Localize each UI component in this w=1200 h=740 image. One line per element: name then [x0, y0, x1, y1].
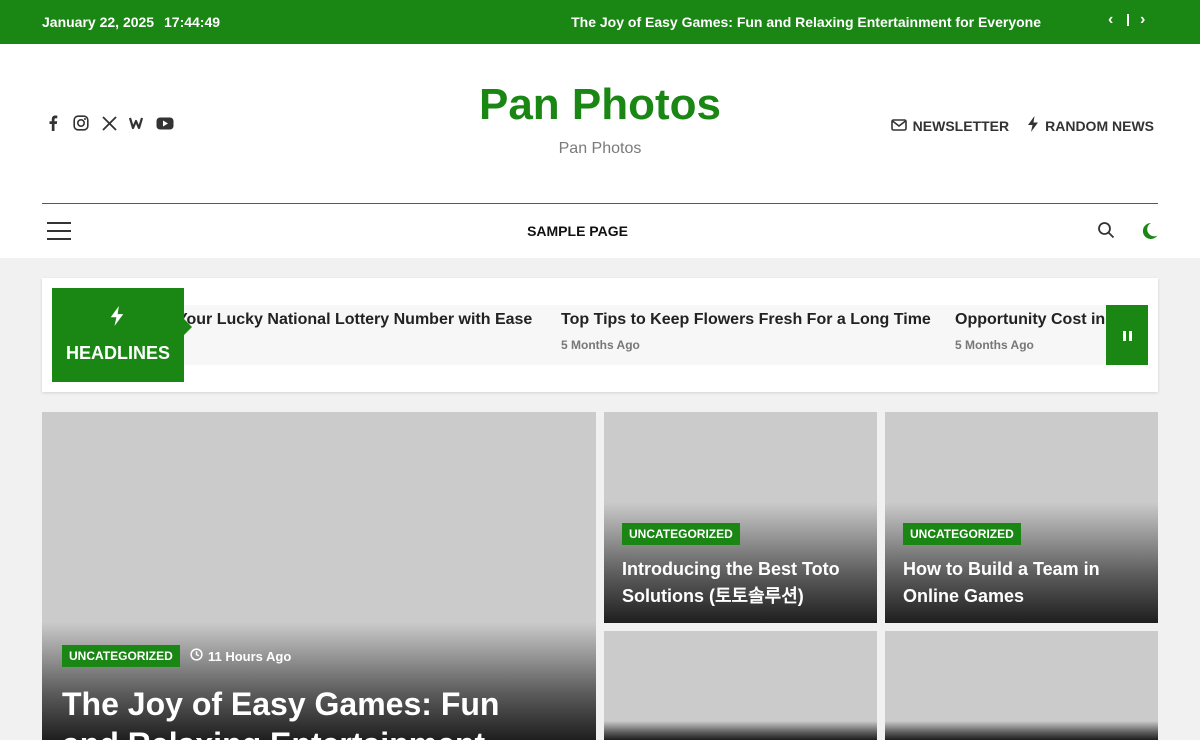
site-header: Pan Photos Pan Photos NEWSLETTER RANDOM …	[0, 44, 1200, 258]
current-time: 17:44:49	[164, 14, 221, 30]
top-ticker-link[interactable]: The Joy of Easy Games: Fun and Relaxing …	[571, 14, 1041, 30]
headlines-label: HEADLINES	[52, 288, 192, 382]
newsletter-label: NEWSLETTER	[912, 117, 1010, 134]
headline-item[interactable]: Your Lucky National Lottery Number with …	[177, 311, 532, 329]
ticker-divider	[1127, 14, 1129, 26]
ticker-pause-button[interactable]	[1106, 305, 1148, 365]
random-news-link[interactable]: RANDOM NEWS	[1027, 116, 1154, 135]
category-badge[interactable]: UNCATEGORIZED	[622, 523, 740, 545]
post-title[interactable]: How to Build a Team in Online Games	[903, 556, 1148, 610]
header-divider	[42, 203, 1158, 204]
nav-item-sample-page[interactable]: SAMPLE PAGE	[527, 223, 628, 239]
post-card[interactable]: UNCATEGORIZED How to Build a Team in Onl…	[885, 412, 1158, 623]
card-overlay	[885, 721, 1158, 740]
post-time-text: 11 Hours Ago	[208, 648, 292, 664]
current-date: January 22, 2025	[42, 14, 155, 30]
post-card[interactable]	[604, 631, 877, 740]
headline-date: 5 Months Ago	[561, 338, 640, 352]
ticker-next-button[interactable]: ›	[1140, 11, 1145, 29]
search-icon[interactable]	[1097, 221, 1115, 239]
header-links: NEWSLETTER RANDOM NEWS	[890, 116, 1154, 135]
featured-post-card[interactable]: UNCATEGORIZED 11 Hours Ago The Joy of Ea…	[42, 412, 596, 740]
newsletter-link[interactable]: NEWSLETTER	[890, 117, 1010, 134]
post-card[interactable]	[885, 631, 1158, 740]
headline-item[interactable]: Top Tips to Keep Flowers Fresh For a Lon…	[561, 311, 931, 352]
post-title[interactable]: Introducing the Best Toto Solutions (토토솔…	[622, 556, 862, 610]
category-badge[interactable]: UNCATEGORIZED	[903, 523, 1021, 545]
headline-title[interactable]: Your Lucky National Lottery Number with …	[177, 311, 532, 329]
site-tagline: Pan Photos	[558, 140, 642, 157]
top-bar: January 22, 2025 17:44:49 The Joy of Eas…	[0, 0, 1200, 44]
ticker-prev-button[interactable]: ‹	[1108, 11, 1113, 29]
card-overlay	[604, 721, 877, 740]
post-card[interactable]: UNCATEGORIZED Introducing the Best Toto …	[604, 412, 877, 623]
featured-post-title[interactable]: The Joy of Easy Games: Fun and Relaxing …	[62, 684, 532, 740]
random-news-label: RANDOM NEWS	[1045, 117, 1154, 134]
post-time: 11 Hours Ago	[190, 648, 291, 664]
dark-mode-moon-icon[interactable]	[1139, 221, 1159, 241]
category-badge[interactable]: UNCATEGORIZED	[62, 645, 180, 667]
bolt-icon	[1027, 116, 1039, 135]
mail-icon	[890, 118, 907, 134]
main-nav: SAMPLE PAGE	[0, 223, 1155, 239]
bolt-icon	[108, 306, 126, 331]
headlines-label-text: HEADLINES	[65, 343, 170, 363]
headlines-ticker: Your Lucky National Lottery Number with …	[52, 305, 1148, 365]
clock-icon	[190, 648, 203, 664]
headline-title[interactable]: Top Tips to Keep Flowers Fresh For a Lon…	[561, 311, 931, 329]
